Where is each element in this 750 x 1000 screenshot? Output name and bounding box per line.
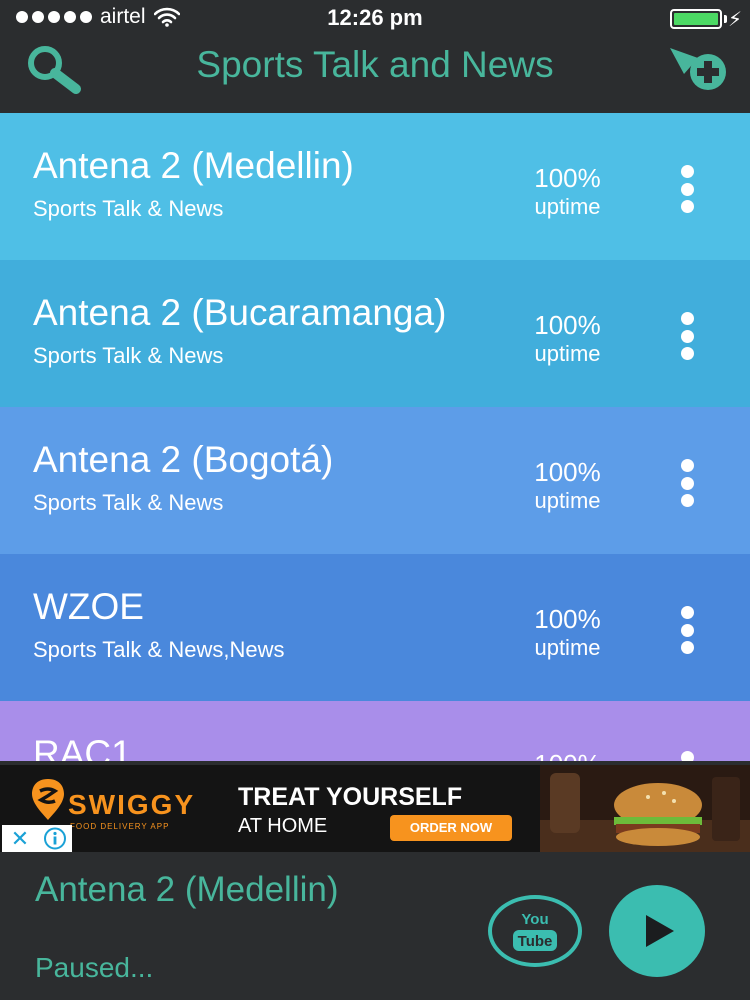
station-genre: Sports Talk & News <box>33 196 224 221</box>
more-options-icon-dot <box>680 329 694 343</box>
battery-cap <box>724 15 727 23</box>
charging-icon: ⚡︎ <box>727 9 742 31</box>
ad-headline: TREAT YOURSELF <box>238 783 463 811</box>
station-genre: Sports Talk & News,News <box>33 637 285 662</box>
station-row[interactable]: Antena 2 (Bogotá) Sports Talk & News 100% u… <box>0 407 750 554</box>
now-playing-station: Antena 2 (Medellin) <box>35 870 339 909</box>
info-icon <box>44 827 66 850</box>
ad-close-button[interactable]: ✕ <box>2 825 38 852</box>
more-options-icon-dot <box>680 347 694 360</box>
station-name: Antena 2 (Medellin) <box>33 145 354 186</box>
more-options-icon-dot <box>680 494 694 507</box>
more-options-button[interactable] <box>670 747 704 761</box>
add-station-button[interactable] <box>668 46 730 92</box>
uptime-label: uptime <box>534 341 601 366</box>
ad-info-button[interactable] <box>38 825 72 852</box>
player-status: Paused... <box>35 952 154 983</box>
more-options-icon-dot <box>680 641 694 654</box>
station-row[interactable]: WZOE Sports Talk & News,News 100% uptime <box>0 554 750 701</box>
play-icon <box>646 915 674 947</box>
uptime-label: uptime <box>534 635 601 660</box>
more-options-button[interactable] <box>670 308 704 364</box>
youtube-icon: You Tube <box>513 911 557 951</box>
station-name: WZOE <box>33 586 144 627</box>
more-options-button[interactable] <box>670 602 704 658</box>
status-time: 12:26 pm <box>327 5 423 30</box>
battery-icon <box>670 9 722 29</box>
youtube-label-you: You <box>521 911 548 928</box>
station-row[interactable]: Antena 2 (Medellin) Sports Talk & News 100… <box>0 113 750 260</box>
uptime-value: 100% <box>534 310 601 340</box>
ad-brand-tagline: FOOD DELIVERY APP <box>70 822 170 831</box>
more-options-icon <box>680 606 694 619</box>
ad-subline: AT HOME <box>238 815 328 837</box>
uptime-value: 100% <box>505 749 630 761</box>
more-options-icon <box>680 751 694 761</box>
more-options-button[interactable] <box>670 161 704 217</box>
youtube-label-tube: Tube <box>518 933 553 950</box>
more-options-icon <box>680 165 694 178</box>
more-options-icon <box>680 459 694 472</box>
ad-order-now-button[interactable]: ORDER NOW <box>390 815 512 841</box>
uptime-label: uptime <box>534 194 601 219</box>
station-list: Antena 2 (Medellin) Sports Talk & News 100… <box>0 113 750 761</box>
station-row[interactable]: RAC1 100% <box>0 701 750 761</box>
ad-banner[interactable]: SWIGGY FOOD DELIVERY APP TREAT YOURSELF … <box>0 765 750 852</box>
swiggy-logo-icon <box>32 779 64 820</box>
more-options-icon-dot <box>680 623 694 637</box>
app-header: Sports Talk and News <box>0 36 750 113</box>
status-bar: airtel 12:26 pm ⚡︎ <box>0 0 750 36</box>
ad-brand: SWIGGY <box>68 789 196 820</box>
station-genre: Sports Talk & News <box>33 343 224 368</box>
station-name: RAC1 <box>33 733 132 761</box>
uptime-value: 100% <box>534 163 601 193</box>
more-options-icon-dot <box>680 476 694 490</box>
play-button[interactable] <box>609 885 705 977</box>
player-bar: Antena 2 (Medellin) Paused... You Tube <box>0 852 750 1000</box>
station-name: Antena 2 (Bogotá) <box>33 439 334 480</box>
youtube-button[interactable]: You Tube <box>488 895 582 967</box>
add-station-icon <box>670 48 726 90</box>
more-options-icon <box>680 312 694 325</box>
station-name: Antena 2 (Bucaramanga) <box>33 292 447 333</box>
more-options-icon-dot <box>680 182 694 196</box>
uptime-value: 100% <box>534 604 601 634</box>
station-row[interactable]: Antena 2 (Bucaramanga) Sports Talk & News… <box>0 260 750 407</box>
page-title: Sports Talk and News <box>196 44 554 85</box>
uptime-value: 100% <box>534 457 601 487</box>
uptime-label: uptime <box>534 488 601 513</box>
more-options-button[interactable] <box>670 455 704 511</box>
burger-image-icon <box>540 765 750 852</box>
battery-level <box>674 13 718 25</box>
station-genre: Sports Talk & News <box>33 490 224 515</box>
more-options-icon-dot <box>680 200 694 213</box>
